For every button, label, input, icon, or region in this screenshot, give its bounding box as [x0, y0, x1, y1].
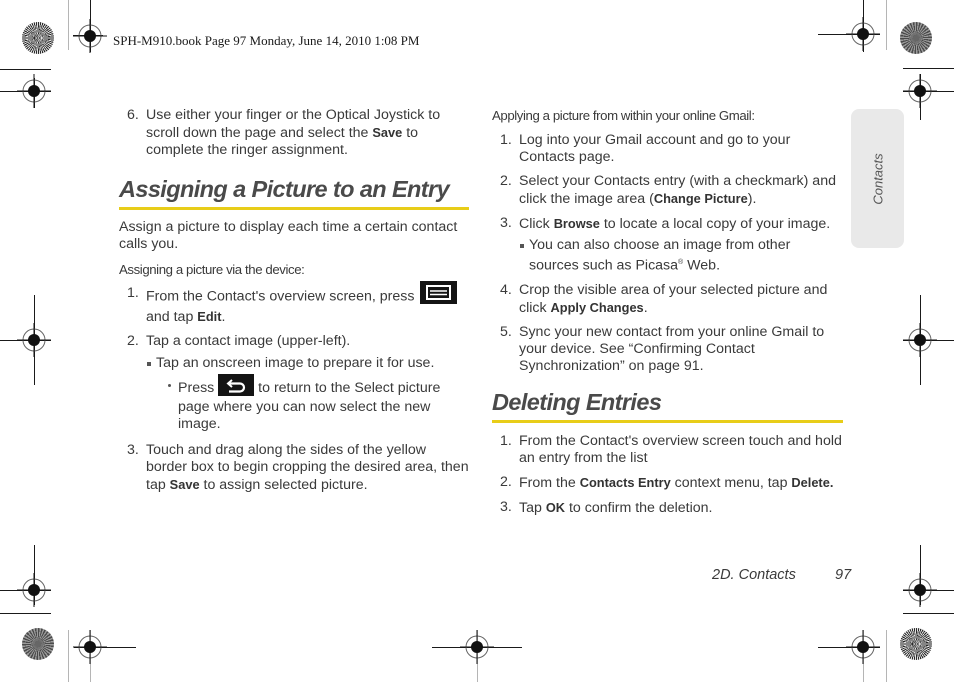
print-header: SPH-M910.book Page 97 Monday, June 14, 2…: [113, 33, 420, 48]
left-column: 6. Use either your finger or the Optical…: [119, 107, 469, 501]
ui-term-ok: OK: [545, 499, 566, 515]
bullet-text: You can also choose an image from other …: [529, 237, 791, 274]
step-text: Tap a contact image (upper-left).: [146, 333, 351, 349]
right-column: Applying a picture from within your onli…: [492, 107, 843, 524]
step-text: Log into your Gmail account and go to yo…: [519, 132, 791, 165]
step-text: to confirm the deletion.: [565, 499, 713, 516]
step-item: 1. Log into your Gmail account and go to…: [492, 132, 843, 166]
step-text: to locate a local copy of your image.: [599, 216, 831, 232]
step-text: .: [643, 299, 648, 316]
step-number: 3.: [127, 442, 139, 458]
footer-section-name: 2D. Contacts: [712, 567, 796, 583]
step-item: 2. Select your Contacts entry (with a ch…: [492, 173, 843, 208]
crop-line: [886, 630, 887, 682]
section-intro: Assign a picture to display each time a …: [119, 219, 458, 252]
crop-line: [0, 613, 51, 614]
step-text: ).: [747, 191, 757, 207]
step-number: 4.: [500, 281, 512, 298]
step-item: 1. From the Contact's overview screen, p…: [119, 281, 469, 326]
step-number: 5.: [500, 323, 512, 340]
step-number: 3.: [500, 498, 512, 515]
step-item: 1. From the Contact's overview screen to…: [492, 433, 843, 467]
step-item: 6. Use either your finger or the Optical…: [119, 107, 469, 159]
step-item: 4. Crop the visible area of your selecte…: [492, 282, 843, 317]
step-number: 2.: [127, 333, 139, 349]
starburst-mark-icon: [900, 22, 932, 54]
step-number: 2.: [500, 173, 512, 189]
bullet-item: Tap an onscreen image to prepare it for …: [146, 355, 469, 372]
ui-term-change-picture: Change Picture: [653, 191, 748, 206]
registration-target-icon: [846, 17, 880, 51]
crop-line: [68, 630, 69, 682]
ui-term-save: Save: [372, 125, 403, 140]
ui-term-edit: Edit: [197, 309, 222, 324]
step-item: 3. Tap OK to confirm the deletion.: [492, 499, 843, 517]
bullet-item: You can also choose an image from other …: [519, 237, 843, 275]
registration-target-icon: [17, 74, 51, 108]
ui-term-save: Save: [169, 477, 200, 492]
crop-line: [0, 69, 51, 70]
step-text: From the Contact's overview screen touch…: [519, 432, 842, 466]
menu-key-icon: [420, 281, 458, 304]
registration-target-icon: [903, 74, 937, 108]
ui-term-apply-changes: Apply Changes: [550, 299, 644, 315]
registration-target-icon: [846, 630, 880, 664]
bullet-text: Web.: [683, 257, 721, 274]
step-item: 3. Click Browse to locate a local copy o…: [492, 215, 843, 275]
subheading: Applying a picture from within your onli…: [492, 108, 755, 123]
starburst-mark-icon: [22, 628, 54, 660]
sub-bullet-item: Press to return to the Select picture pa…: [165, 374, 469, 433]
side-tab-label: Contacts: [870, 152, 885, 205]
crop-line: [903, 613, 954, 614]
step-number: 2.: [500, 473, 512, 490]
chapter-side-tab: Contacts: [851, 109, 904, 248]
page-number: 97: [835, 567, 852, 583]
step-text: to assign selected picture.: [199, 477, 368, 493]
step-number: 1.: [500, 432, 512, 449]
step-item: 3. Touch and drag along the sides of the…: [119, 442, 469, 494]
step-number: 6.: [127, 107, 139, 123]
step-number: 3.: [500, 215, 512, 231]
starburst-mark-icon: [22, 22, 54, 54]
crop-line: [68, 0, 69, 50]
crop-line: [886, 0, 887, 50]
title-rule: [492, 419, 843, 423]
title-rule: [119, 207, 469, 210]
step-text: and tap: [146, 309, 198, 325]
punctuation: .: [221, 309, 226, 325]
subheading: Assigning a picture via the device:: [119, 262, 305, 277]
ui-term-delete: Delete: [791, 474, 830, 490]
step-text: Tap: [519, 499, 546, 516]
section-title: Deleting Entries: [492, 388, 662, 415]
step-number: 1.: [500, 132, 512, 148]
back-key-icon: [218, 374, 255, 396]
registration-target-icon: [903, 323, 937, 357]
step-text: context menu, tap: [670, 474, 792, 491]
registration-target-icon: [73, 630, 107, 664]
registration-target-icon: [17, 323, 51, 357]
step-item: 2. From the Contacts Entry context menu,…: [492, 474, 843, 492]
registration-target-icon: [903, 573, 937, 607]
crop-line: [903, 68, 954, 69]
punctuation: .: [829, 474, 834, 490]
section-title: Assigning a Picture to an Entry: [119, 176, 450, 202]
step-text: From the Contact's overview screen, pres…: [146, 288, 419, 305]
registration-target-icon: [73, 19, 107, 53]
starburst-mark-icon: [900, 628, 932, 660]
step-item: 2. Tap a contact image (upper-left). Tap…: [119, 333, 469, 433]
ui-term-browse: Browse: [553, 216, 600, 231]
bullet-text: Press: [178, 379, 219, 396]
step-text: Sync your new contact from your online G…: [519, 323, 825, 374]
step-number: 1.: [127, 285, 139, 301]
step-text: From the: [519, 474, 580, 491]
bullet-text: Tap an onscreen image to prepare it for …: [156, 355, 435, 371]
registration-target-icon: [17, 573, 51, 607]
step-text: Click: [519, 216, 554, 232]
registration-target-icon: [460, 630, 494, 664]
ui-term-contacts-entry: Contacts Entry: [579, 474, 671, 490]
step-item: 5. Sync your new contact from your onlin…: [492, 324, 843, 375]
